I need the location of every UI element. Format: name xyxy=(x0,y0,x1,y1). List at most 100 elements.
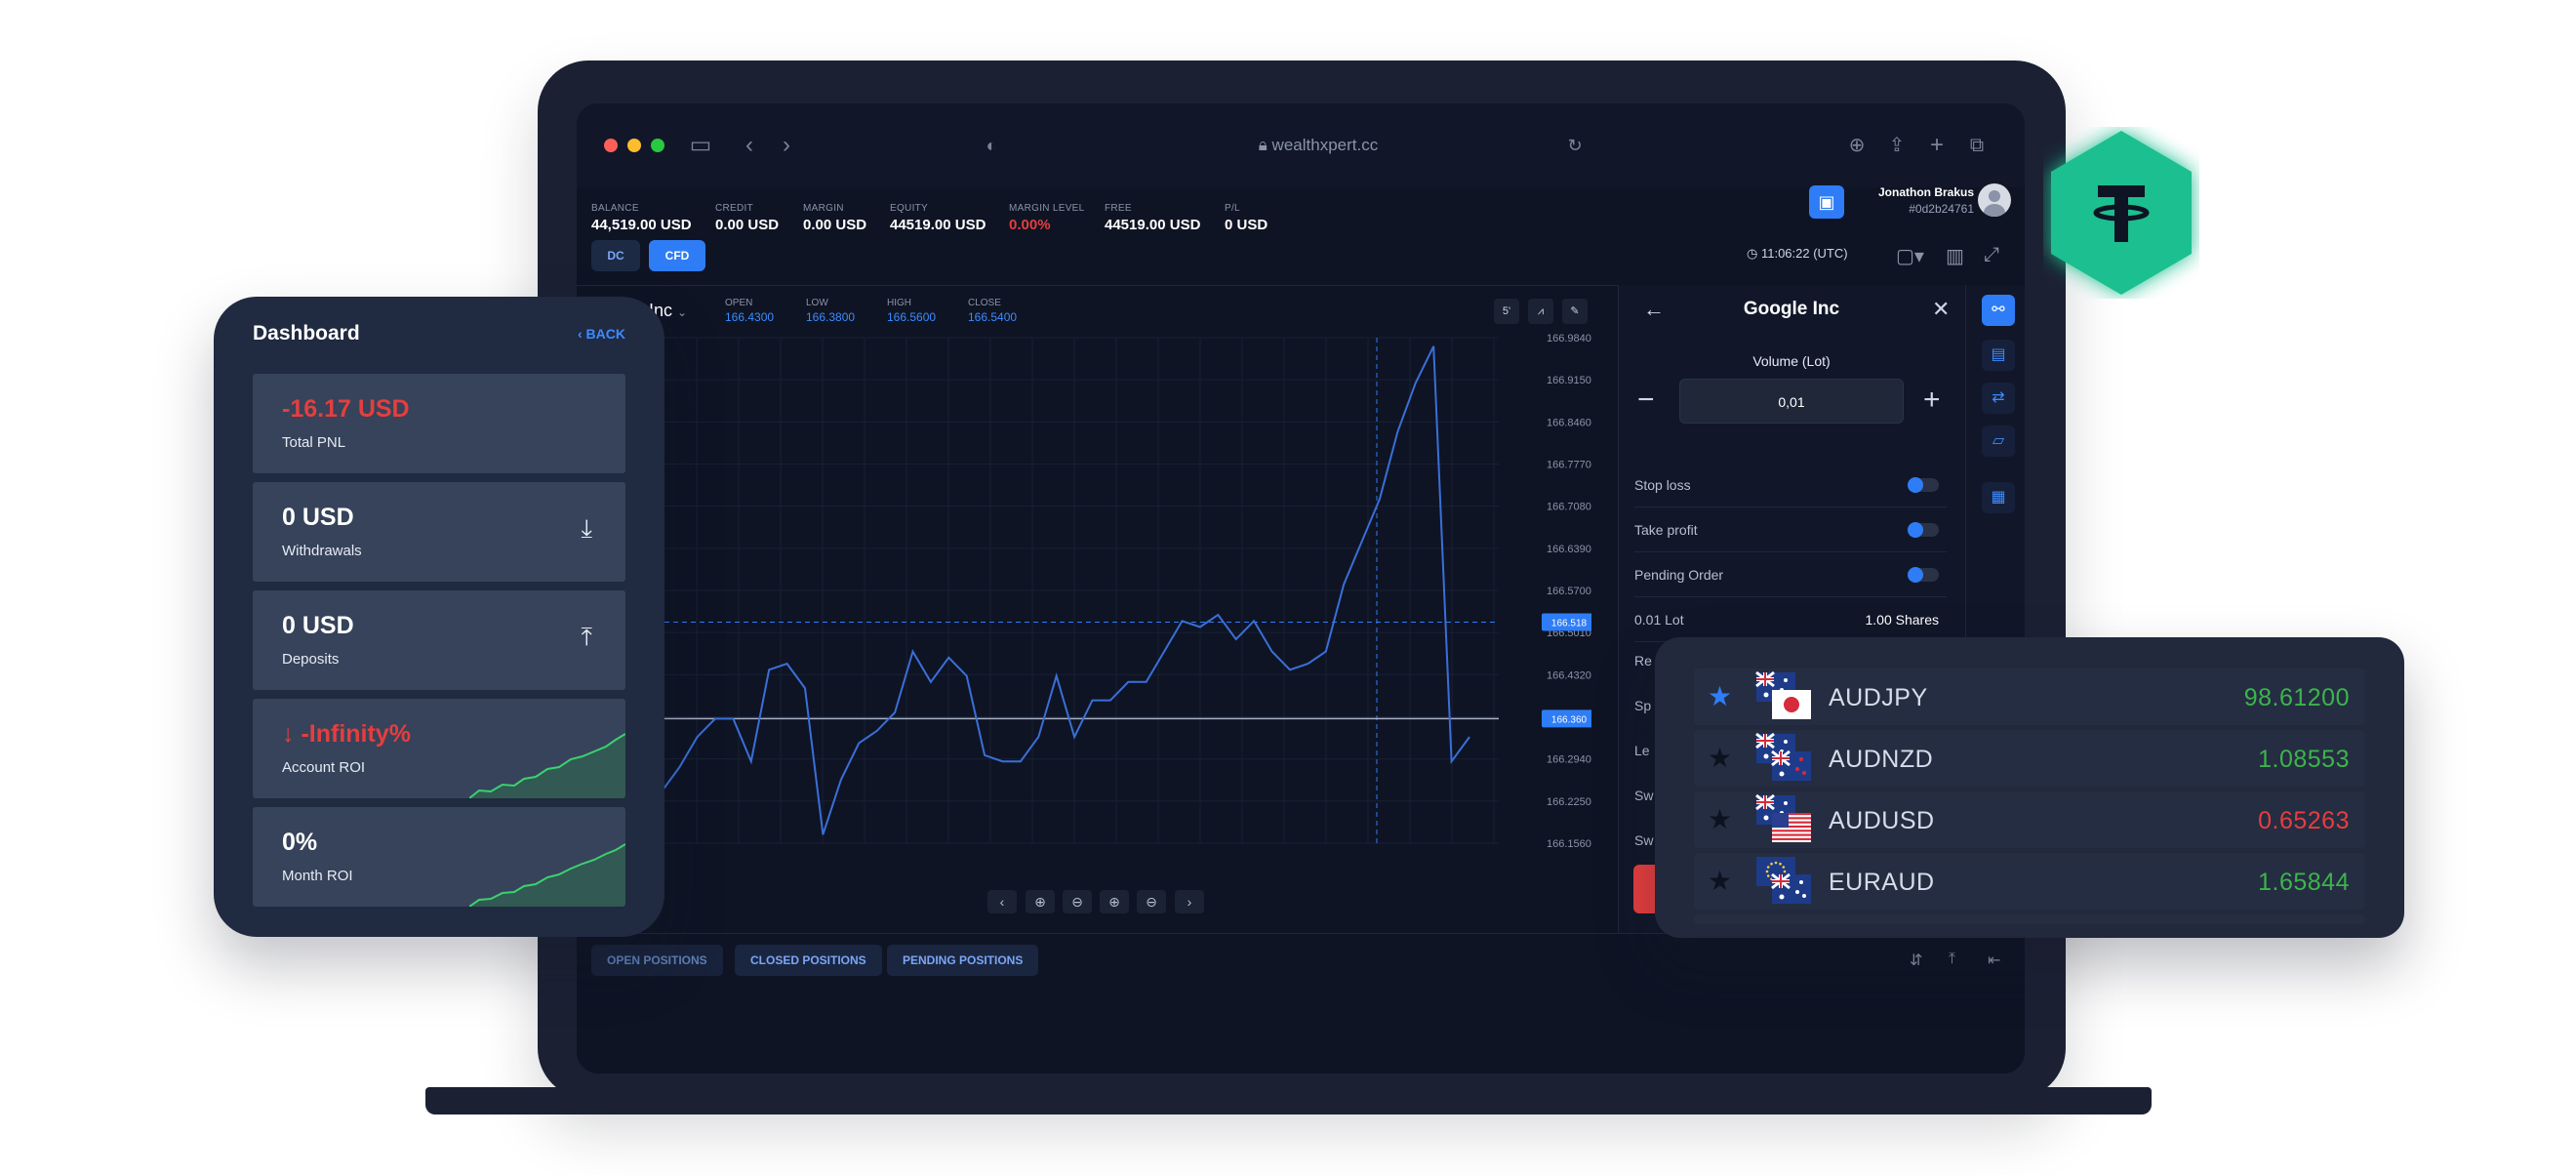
server-clock: ◷ 11:06:22 (UTC) xyxy=(1747,246,1848,261)
download-icon: ⤓ xyxy=(581,513,593,543)
sidebar-icon[interactable]: ▭ xyxy=(686,131,715,160)
total-pnl-label: Total PNL xyxy=(282,434,346,451)
chat-icon[interactable]: ▱ xyxy=(1982,425,2015,457)
fx-list-item[interactable] xyxy=(1694,914,2365,924)
dashboard-card: Dashboard ‹ BACK -16.17 USD Total PNL 0 … xyxy=(214,297,664,937)
fx-price: 98.61200 xyxy=(2243,684,2350,711)
zoom-out-icon[interactable]: ⊖ xyxy=(1063,890,1092,913)
chart-report-icon[interactable]: ▤ xyxy=(1982,340,2015,371)
collapse-icon[interactable]: ⇵ xyxy=(1910,951,1922,970)
close-icon[interactable]: ✕ xyxy=(1932,297,1950,322)
decrease-volume-button[interactable]: − xyxy=(1637,383,1655,418)
forward-icon[interactable]: › xyxy=(772,131,801,160)
tab-pending-positions[interactable]: PENDING POSITIONS xyxy=(887,945,1039,976)
ohlc-low: LOW 166.3800 xyxy=(806,298,856,324)
deposits-card: 0 USD Deposits ⤒ xyxy=(253,590,625,690)
total-pnl-value: -16.17 USD xyxy=(282,395,410,423)
order-row-partial: Sw xyxy=(1634,788,1654,803)
zoom-in-alt-icon[interactable]: ⊕ xyxy=(1100,890,1129,913)
back-icon[interactable]: ‹ xyxy=(735,131,764,160)
transfer-icon[interactable]: ⇄ xyxy=(1982,383,2015,414)
draw-tool-icon[interactable]: ✎ xyxy=(1562,299,1588,324)
new-tab-icon[interactable]: + xyxy=(1922,131,1952,160)
avatar[interactable] xyxy=(1978,183,2011,217)
fx-watchlist-card: ★ AUDJPY 98.61200 ★ AUDNZD 1.08553 ★ AUDUSD 0.65… xyxy=(1655,637,2404,938)
order-row-partial: Re xyxy=(1634,653,1652,669)
cfd-button[interactable]: CFD xyxy=(649,240,705,271)
zoom-out-alt-icon[interactable]: ⊖ xyxy=(1137,890,1166,913)
y-tick-label: 166.1560 xyxy=(1547,838,1591,850)
y-tick-label: 166.6390 xyxy=(1547,544,1591,555)
withdrawals-value: 0 USD xyxy=(282,504,354,531)
wallet-button[interactable]: ▣ xyxy=(1809,185,1844,219)
favorite-star-icon[interactable]: ★ xyxy=(1708,867,1732,896)
y-tick-label: 166.7770 xyxy=(1547,460,1591,471)
fullscreen-icon[interactable]: ⤢ xyxy=(1984,244,1999,266)
fx-list-item[interactable]: ★ AUDJPY 98.61200 xyxy=(1694,669,2365,725)
y-tick-label: 166.2250 xyxy=(1547,796,1591,808)
stat-pl: P/L 0 USD xyxy=(1225,203,1268,233)
stop-loss-toggle[interactable] xyxy=(1908,477,1939,493)
fx-list-item[interactable]: ★ AUDNZD 1.08553 xyxy=(1694,730,2365,787)
tab-closed-positions[interactable]: CLOSED POSITIONS xyxy=(735,945,882,976)
tab-open-positions[interactable]: OPEN POSITIONS xyxy=(591,945,723,976)
shield-icon[interactable]: ◐ xyxy=(977,131,1006,160)
currency-pair-flags-icon xyxy=(1756,857,1811,904)
stat-equity: EQUITY 44519.00 USD xyxy=(890,203,986,233)
volume-label: Volume (Lot) xyxy=(1752,353,1831,369)
fx-price: 1.08553 xyxy=(2258,746,2350,773)
fx-symbol: AUDNZD xyxy=(1829,746,1934,773)
y-tick-label: 166.2940 xyxy=(1547,754,1591,766)
order-row-partial: Sp xyxy=(1634,698,1652,713)
sell-button[interactable] xyxy=(1633,865,1657,913)
share-icon[interactable]: ⇪ xyxy=(1882,131,1912,160)
upload-icon: ⤒ xyxy=(581,622,593,651)
indicators-icon[interactable]: ⩘ xyxy=(1528,299,1553,324)
take-profit-toggle[interactable] xyxy=(1908,522,1939,538)
expand-up-icon[interactable]: ⤒ xyxy=(1949,951,1955,968)
volume-input[interactable]: 0,01 xyxy=(1679,379,1904,424)
withdrawals-label: Withdrawals xyxy=(282,543,362,559)
fx-price: 1.65844 xyxy=(2258,869,2350,896)
stat-free: FREE 44519.00 USD xyxy=(1105,203,1201,233)
laptop-base xyxy=(425,1087,2152,1114)
close-window-dot[interactable] xyxy=(604,139,618,152)
dock-side-icon[interactable]: ⇤ xyxy=(1988,951,2000,970)
minimize-window-dot[interactable] xyxy=(627,139,641,152)
order-row-partial: Sw xyxy=(1634,832,1654,848)
month-roi-sparkline xyxy=(469,843,625,907)
dc-button[interactable]: DC xyxy=(591,240,640,271)
favorite-star-icon[interactable]: ★ xyxy=(1708,805,1732,834)
currency-pair-flags-icon xyxy=(1755,732,1811,781)
back-link[interactable]: ‹ BACK xyxy=(578,326,625,342)
month-roi-label: Month ROI xyxy=(282,868,353,884)
downloads-icon[interactable]: ⊕ xyxy=(1842,131,1872,160)
address-bar[interactable]: 🔒︎ wealthxpert.cc xyxy=(1221,133,1416,158)
order-row-partial: Le xyxy=(1634,743,1650,758)
trade-icon[interactable]: ⚯ xyxy=(1982,295,2015,326)
price-tag-label: 166.518 xyxy=(1551,619,1588,629)
timeframe-button[interactable]: 5' xyxy=(1494,299,1519,324)
fx-list-item[interactable]: ★ AUDUSD 0.65263 xyxy=(1694,791,2365,848)
stat-margin-level: MARGIN LEVEL 0.00% xyxy=(1009,203,1085,233)
month-roi-value: 0% xyxy=(282,829,318,856)
favorite-star-icon[interactable]: ★ xyxy=(1708,744,1732,773)
increase-volume-button[interactable]: + xyxy=(1923,383,1941,418)
account-roi-value: ↓ -Infinity% xyxy=(282,720,411,748)
maximize-window-dot[interactable] xyxy=(651,139,664,152)
stat-balance: BALANCE 44,519.00 USD xyxy=(591,203,692,233)
chart-scroll-left-icon[interactable]: ‹ xyxy=(987,890,1017,913)
calendar-icon[interactable]: ▦ xyxy=(1982,482,2015,513)
analytics-icon[interactable]: ▥ xyxy=(1946,244,1964,268)
zoom-in-icon[interactable]: ⊕ xyxy=(1026,890,1055,913)
chart-scroll-right-icon[interactable]: › xyxy=(1175,890,1204,913)
layout-select-icon[interactable]: ▢▾ xyxy=(1896,244,1924,268)
reload-icon[interactable]: ↻ xyxy=(1560,131,1590,160)
tabs-overview-icon[interactable]: ⧉ xyxy=(1962,131,1992,160)
fx-symbol: AUDUSD xyxy=(1829,807,1935,834)
fx-list-item[interactable]: ★ EURAUD 1.65844 xyxy=(1694,853,2365,910)
y-tick-label: 166.9840 xyxy=(1547,333,1591,344)
favorite-star-icon[interactable]: ★ xyxy=(1708,682,1732,711)
pending-order-toggle[interactable] xyxy=(1908,567,1939,583)
ohlc-high: HIGH 166.5600 xyxy=(887,298,937,324)
